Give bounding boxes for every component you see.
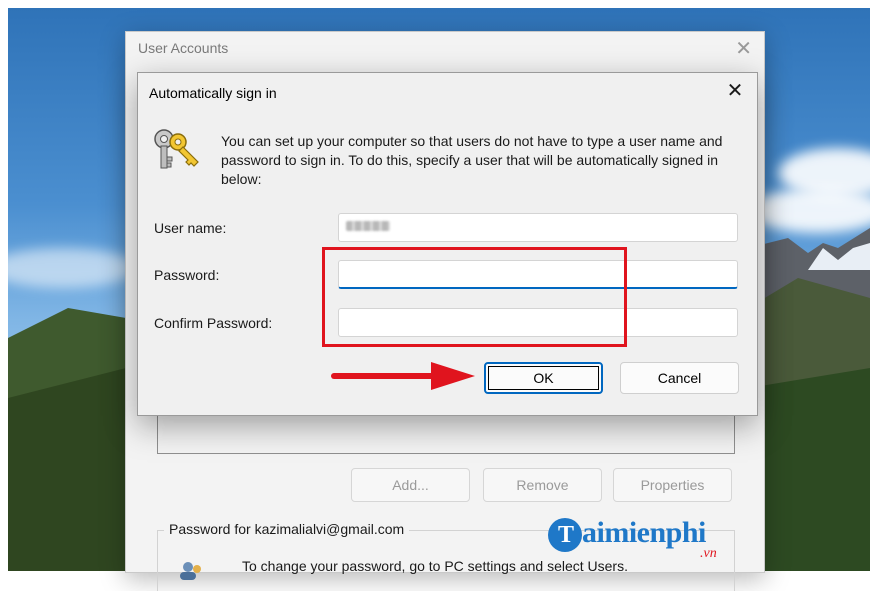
- user-icon: [180, 562, 201, 580]
- password-highlight-box: [322, 247, 627, 347]
- remove-button[interactable]: Remove: [483, 468, 602, 502]
- close-icon[interactable]: ✕: [723, 79, 747, 103]
- user-name-label: User name:: [154, 220, 227, 236]
- close-icon[interactable]: ✕: [735, 36, 752, 61]
- dialog-description: You can set up your computer so that use…: [221, 133, 723, 187]
- watermark-logo: T: [548, 518, 582, 552]
- watermark-brand: aimienphi: [582, 516, 706, 549]
- redacted-user-name: [346, 221, 390, 231]
- ok-button[interactable]: OK: [484, 362, 603, 394]
- properties-button[interactable]: Properties: [613, 468, 732, 502]
- watermark-logo-letter: T: [558, 522, 575, 548]
- watermark-tld: .vn: [700, 546, 717, 561]
- confirm-password-label: Confirm Password:: [154, 315, 273, 331]
- window-title: User Accounts: [138, 40, 229, 56]
- password-group-label: Password for kazimalialvi@gmail.com: [164, 521, 410, 537]
- password-label: Password:: [154, 267, 220, 283]
- dialog-title: Automatically sign in: [149, 85, 277, 101]
- taimienphi-watermark: T aimienphi .vn: [548, 516, 734, 566]
- arrow-right-icon: [331, 362, 475, 390]
- cancel-button[interactable]: Cancel: [620, 362, 739, 394]
- add-button[interactable]: Add...: [351, 468, 470, 502]
- keys-icon: [154, 129, 199, 169]
- user-name-field[interactable]: [338, 213, 738, 242]
